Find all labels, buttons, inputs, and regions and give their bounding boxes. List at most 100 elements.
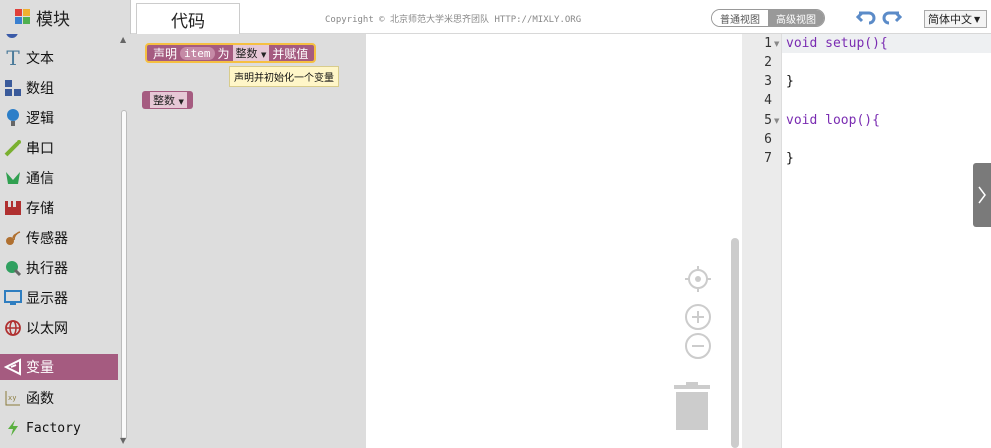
language-select[interactable]: 简体中文 ▼: [924, 10, 987, 28]
line-number: 5: [764, 113, 772, 128]
chevron-down-icon: ▼: [261, 51, 267, 59]
code-line: }: [786, 74, 794, 89]
fold-arrow-icon[interactable]: ▼: [774, 40, 779, 48]
block-text: 声明: [153, 46, 178, 61]
zoom-in-button[interactable]: [684, 303, 712, 331]
storage-icon: [0, 195, 26, 221]
category-label: 逻辑: [26, 111, 54, 127]
category-serial[interactable]: 串口: [0, 135, 118, 161]
block-text: 为: [217, 46, 230, 61]
category-actuator[interactable]: 执行器: [0, 255, 118, 281]
tab-blocks-label: 模块: [36, 9, 70, 30]
category-factory[interactable]: Factory: [0, 415, 118, 441]
toolbox-scroll-thumb[interactable]: [121, 110, 127, 440]
communication-icon: [0, 165, 26, 191]
copyright-text: Copyright © 北京师范大学米思齐团队 HTTP://MIXLY.ORG: [325, 15, 582, 25]
category-label: 变量: [26, 360, 54, 376]
factory-icon: [0, 415, 26, 441]
svg-text:xy: xy: [8, 394, 16, 402]
category-text[interactable]: T 文本: [0, 45, 118, 71]
category-label: Factory: [26, 420, 81, 436]
redo-icon: [882, 11, 903, 25]
line-number: 4: [764, 93, 772, 108]
zoom-in-icon: [685, 304, 711, 330]
array-icon: [0, 75, 26, 101]
variable-name-field[interactable]: item: [180, 46, 215, 60]
normal-view-button[interactable]: 普通视图: [712, 10, 768, 26]
undo-icon: [855, 11, 876, 25]
partial-category-icon: [6, 34, 18, 38]
logic-icon: [0, 105, 26, 131]
declare-variable-block[interactable]: 声明 item 为 整数 ▼ 并赋值: [145, 43, 317, 63]
category-label: 显示器: [26, 291, 68, 307]
trash-can[interactable]: [674, 382, 710, 430]
category-label: 文本: [26, 51, 54, 67]
category-logic[interactable]: 逻辑: [0, 105, 118, 131]
display-icon: [0, 285, 26, 311]
type-dropdown-label: 整数: [235, 47, 258, 60]
block-tooltip: 声明并初始化一个变量: [229, 66, 339, 87]
category-sensor[interactable]: 传感器: [0, 225, 118, 251]
code-editor[interactable]: 1 ▼ void setup(){ 2 3 } 4 5 ▼ void loop(…: [742, 34, 991, 448]
type-dropdown-label: 整数: [153, 94, 175, 107]
top-bar: 模块 代码 Copyright © 北京师范大学米思齐团队 HTTP://MIX…: [0, 0, 991, 34]
sensor-icon: [0, 225, 26, 251]
category-function[interactable]: xy 函数: [0, 385, 118, 411]
integer-type-block[interactable]: 整数 ▼: [142, 91, 193, 109]
undo-button[interactable]: [855, 8, 878, 28]
fold-arrow-icon[interactable]: ▼: [774, 117, 779, 125]
zoom-out-button[interactable]: [684, 332, 712, 360]
category-array[interactable]: 数组: [0, 75, 118, 101]
expand-panel-button[interactable]: [973, 163, 991, 227]
category-variable[interactable]: 变量: [0, 354, 118, 380]
zoom-out-icon: [685, 333, 711, 359]
line-number: 3: [764, 74, 772, 89]
text-icon: T: [6, 46, 20, 70]
category-label: 存储: [26, 201, 54, 217]
ethernet-icon: [0, 315, 26, 341]
category-label: 通信: [26, 171, 54, 187]
variable-icon: [0, 354, 26, 380]
advanced-view-button[interactable]: 高级视图: [768, 10, 824, 26]
chevron-right-icon: [978, 186, 986, 204]
code-line: }: [786, 151, 794, 166]
category-label: 传感器: [26, 231, 68, 247]
category-label: 函数: [26, 391, 54, 407]
scroll-up-icon[interactable]: ▲: [120, 35, 126, 44]
toolbox: T 文本 数组 逻辑 串口 通信 存储 传感器 执行器 显示器 以太网 变量 x…: [0, 34, 131, 448]
redo-button[interactable]: [880, 8, 903, 28]
actuator-icon: [0, 255, 26, 281]
category-label: 执行器: [26, 261, 68, 277]
trash-icon: [674, 382, 710, 430]
category-communication[interactable]: 通信: [0, 165, 118, 191]
category-display[interactable]: 显示器: [0, 285, 118, 311]
line-number: 1: [764, 36, 772, 51]
puzzle-icon: [15, 9, 30, 24]
line-number: 2: [764, 55, 772, 70]
line-number: 7: [764, 151, 772, 166]
type-dropdown[interactable]: 整数 ▼: [232, 45, 270, 61]
category-label: 串口: [26, 141, 54, 157]
category-label: 以太网: [26, 321, 68, 337]
function-icon: xy: [0, 385, 26, 411]
target-icon: [685, 266, 711, 292]
workspace-scrollbar[interactable]: [731, 238, 739, 448]
code-line: void loop(){: [786, 113, 880, 128]
tab-blocks[interactable]: 模块: [0, 0, 131, 34]
recenter-button[interactable]: [684, 265, 712, 293]
code-line: void setup(){: [786, 36, 888, 51]
tab-code[interactable]: 代码: [136, 3, 240, 34]
chevron-down-icon: ▼: [974, 14, 981, 24]
block-text: 并赋值: [272, 46, 309, 61]
toolbox-scrollbar[interactable]: ▲ ▼: [119, 34, 129, 448]
category-label: 数组: [26, 81, 54, 97]
type-dropdown[interactable]: 整数 ▼: [150, 92, 187, 108]
category-ethernet[interactable]: 以太网: [0, 315, 118, 341]
scroll-down-icon[interactable]: ▼: [120, 436, 126, 445]
serial-icon: [0, 135, 26, 161]
chevron-down-icon: ▼: [178, 98, 184, 106]
category-storage[interactable]: 存储: [0, 195, 118, 221]
line-number: 6: [764, 132, 772, 147]
view-toggle: 普通视图 高级视图: [711, 9, 825, 27]
language-label: 简体中文: [928, 13, 972, 26]
